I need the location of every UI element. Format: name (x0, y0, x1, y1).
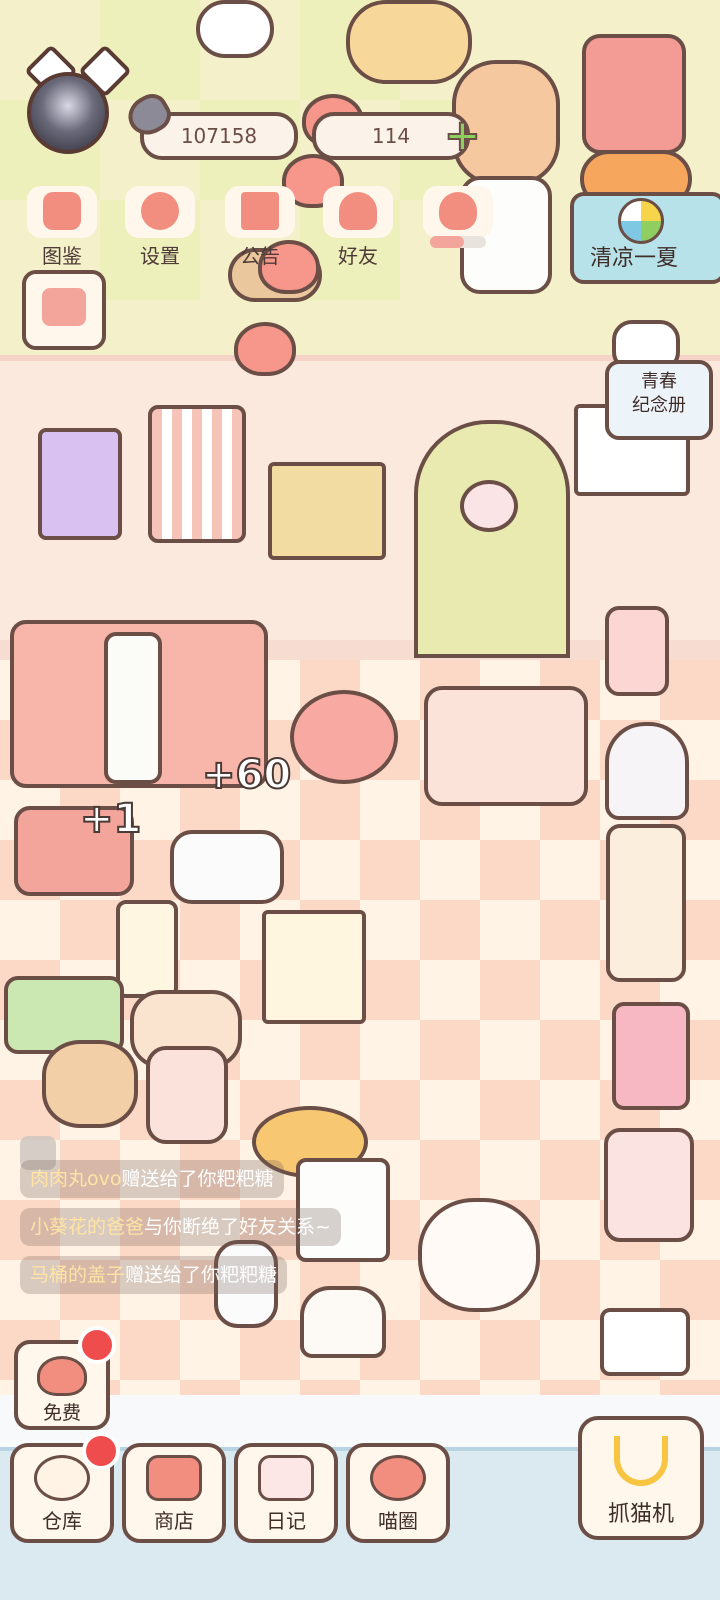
wind-chime[interactable] (460, 480, 518, 532)
flower-vase[interactable] (605, 606, 669, 696)
heart-mail-progress (430, 236, 486, 248)
chat-message: 马桶的盖子赠送给了你粑粑糖 (20, 1256, 288, 1294)
shop-icon (146, 1455, 202, 1501)
menu-item-notice[interactable]: 公告 (220, 186, 300, 268)
bunny-slippers[interactable] (170, 830, 284, 904)
gumball-machine[interactable] (605, 722, 689, 820)
oil-lamp[interactable] (146, 1046, 228, 1144)
cat-circle-label: 喵圈 (378, 1509, 418, 1533)
menu-tile (423, 186, 493, 238)
pink-nightstand[interactable] (604, 1128, 694, 1242)
hyacinth-pot[interactable] (612, 1002, 690, 1110)
bunny-character[interactable] (196, 0, 274, 58)
chat-text: 赠送给了你粑粑糖 (125, 1264, 278, 1286)
chat-sender: 小葵花的爸爸 (30, 1216, 145, 1238)
menu-item-catalog[interactable]: 图鉴 (22, 186, 102, 268)
menu-tile (323, 186, 393, 238)
rice-ball[interactable] (300, 1286, 386, 1358)
diary-label: 日记 (266, 1509, 306, 1533)
flower-ottoman[interactable] (424, 686, 588, 806)
album-label-line2: 纪念册 (632, 395, 686, 416)
claw-icon (614, 1436, 668, 1486)
beach-ball-icon (618, 198, 664, 244)
add-hearts-plus-icon[interactable]: + (443, 113, 482, 159)
candle[interactable] (116, 900, 178, 998)
chat-text: 与你断绝了好友关系~ (144, 1216, 331, 1238)
chat-message: 肉肉丸ovo赠送给了你粑粑糖 (20, 1160, 284, 1198)
chat-sender: 肉肉丸ovo (30, 1168, 122, 1190)
menu-label: 设置 (140, 244, 180, 268)
reward-float-1: +1 (79, 795, 142, 843)
bed-pillow[interactable] (104, 632, 162, 784)
menu-tile (225, 186, 295, 238)
menu-label: 公告 (240, 244, 280, 268)
striped-robe[interactable] (148, 405, 246, 543)
shaved-ice-machine[interactable] (582, 34, 686, 154)
sunflower-easel[interactable] (262, 910, 366, 1024)
calendar-pencil-icon (42, 288, 86, 326)
youth-album-button[interactable]: 青春 纪念册 (605, 360, 713, 440)
free-label: 免费 (42, 1402, 81, 1424)
cat-planet-icon (370, 1455, 426, 1501)
lamp-shade[interactable] (600, 1308, 690, 1376)
poster-singer[interactable] (38, 428, 122, 540)
menu-label: 图鉴 (42, 244, 82, 268)
chat-sender: 马桶的盖子 (30, 1264, 126, 1286)
menu-tile (27, 186, 97, 238)
calico-cat[interactable] (418, 1198, 540, 1312)
shop-label: 商店 (154, 1509, 194, 1533)
heart-icon (37, 1356, 87, 1396)
claw-machine-label: 抓猫机 (607, 1502, 674, 1527)
heart-mail-icon (439, 192, 477, 230)
storage-label: 仓库 (42, 1509, 82, 1533)
friends-icon (339, 192, 377, 230)
fruit-bowl[interactable] (42, 1040, 138, 1128)
menu-tile (125, 186, 195, 238)
diary-icon (258, 1455, 314, 1501)
cat-book-icon (43, 192, 81, 230)
claw-machine-button[interactable]: 抓猫机 (578, 1416, 704, 1540)
free-notification-dot (78, 1326, 116, 1364)
chat-text: 赠送给了你粑粑糖 (121, 1168, 274, 1190)
menu-item-heart-mail[interactable] (418, 186, 498, 264)
coin-value: 107158 (180, 124, 258, 148)
calendar-checkin-button[interactable] (22, 270, 106, 350)
menu-label: 好友 (338, 244, 378, 268)
reward-float-60: +60 (201, 751, 292, 799)
diary-button[interactable]: 日记 (234, 1443, 338, 1543)
album-label-line1: 青春 (641, 371, 677, 392)
menu-item-friends[interactable]: 好友 (318, 186, 398, 268)
puppy-character[interactable] (346, 0, 472, 84)
arched-doorway[interactable] (414, 420, 570, 658)
chat-message: 小葵花的爸爸与你断绝了好友关系~ (20, 1208, 341, 1246)
cat-circle-button[interactable]: 喵圈 (346, 1443, 450, 1543)
cork-board[interactable] (268, 462, 386, 560)
floating-heart-icon[interactable] (234, 322, 296, 376)
toucan-perch[interactable] (606, 824, 686, 982)
summer-event-label: 清凉一夏 (590, 246, 679, 271)
gift-icon (241, 192, 279, 230)
avatar[interactable] (27, 72, 109, 154)
menu-item-settings[interactable]: 设置 (120, 186, 200, 268)
heart-value: 114 (371, 124, 411, 148)
mouse-plush[interactable] (290, 690, 398, 784)
gear-icon (141, 192, 179, 230)
storage-notification-dot (82, 1432, 120, 1470)
storage-icon (34, 1455, 90, 1501)
shop-button[interactable]: 商店 (122, 1443, 226, 1543)
